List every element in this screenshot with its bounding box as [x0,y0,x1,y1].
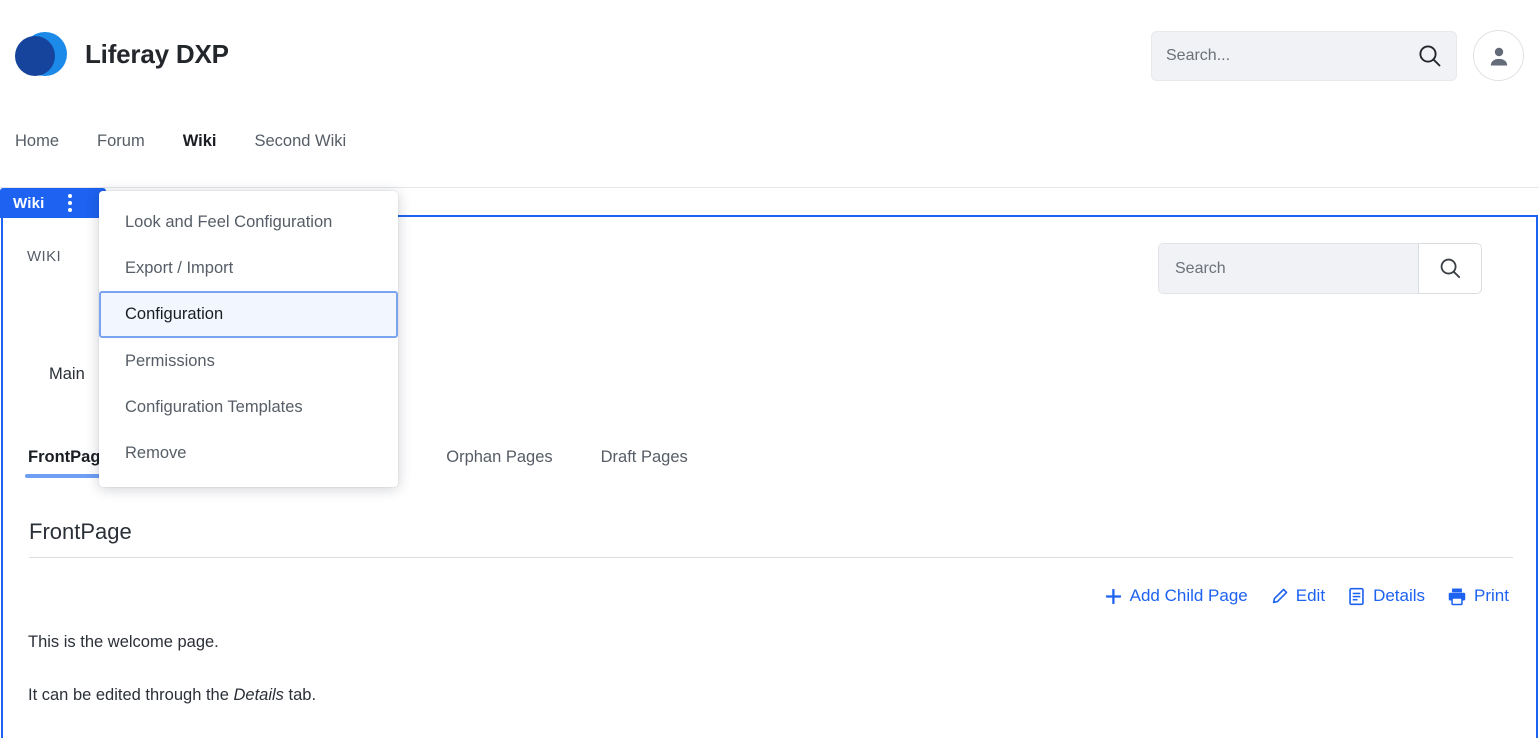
printer-icon [1448,588,1466,605]
menu-item-label: Configuration [125,305,224,323]
site-nav: Home Forum Wiki Second Wiki [0,112,1539,170]
search-icon[interactable] [1404,32,1456,80]
nav-divider [0,187,1539,188]
print-button[interactable]: Print [1447,586,1509,606]
document-icon [1349,587,1364,605]
header-right-group [1151,30,1539,81]
page-title: FrontPage [29,519,132,544]
liferay-logo-icon [15,30,67,78]
title-divider [29,557,1513,558]
wiki-search-input[interactable] [1158,243,1418,294]
plus-icon [1105,588,1121,604]
menu-item-configuration[interactable]: Configuration [99,291,398,338]
article-paragraph-2: It can be edited through the Details tab… [28,685,1428,706]
nav-item-home[interactable]: Home [15,132,59,151]
article-body: This is the welcome page. It can be edit… [28,632,1428,739]
nav-item-second-wiki[interactable]: Second Wiki [254,132,346,151]
menu-item-label: Export / Import [125,258,234,277]
global-search[interactable] [1151,30,1457,81]
wiki-tab-orphan-pages[interactable]: Orphan Pages [422,448,576,478]
add-child-page-label: Add Child Page [1129,586,1248,605]
portlet-tab-wiki[interactable]: Wiki [0,188,106,218]
wiki-node-label[interactable]: Main [49,365,85,384]
nav-item-forum[interactable]: Forum [97,132,145,151]
menu-item-label: Remove [125,443,187,462]
user-avatar-icon[interactable] [1473,30,1524,81]
brand-title: Liferay DXP [85,38,229,69]
breadcrumb: WIKI [27,248,62,265]
pencil-icon [1272,588,1288,603]
article-paragraph-2-after: tab. [283,686,317,705]
menu-item-label: Configuration Templates [125,397,303,416]
wiki-tab-draft-pages[interactable]: Draft Pages [577,448,712,478]
menu-item-label: Look and Feel Configuration [125,212,333,231]
article-action-bar: Add Child Page Edit Details Print [1104,586,1509,606]
details-label: Details [1373,586,1426,605]
article-paragraph-2-emphasis: Details [233,686,284,705]
menu-item-look-and-feel-configuration[interactable]: Look and Feel Configuration [99,199,398,245]
edit-button[interactable]: Edit [1270,586,1325,606]
portlet-options-dropdown: Look and Feel Configuration Export / Imp… [99,191,398,487]
article-paragraph-2-before: It can be edited through the [28,686,234,705]
brand[interactable]: Liferay DXP [15,30,229,78]
menu-item-permissions[interactable]: Permissions [99,338,398,384]
wiki-search[interactable] [1158,243,1482,294]
menu-item-export-import[interactable]: Export / Import [99,245,398,291]
global-search-input[interactable] [1152,31,1404,80]
print-label: Print [1474,586,1509,605]
site-header: Liferay DXP [0,0,1539,110]
wiki-search-button[interactable] [1418,243,1482,294]
details-button[interactable]: Details [1347,586,1425,606]
menu-item-remove[interactable]: Remove [99,430,398,476]
menu-item-label: Permissions [125,351,215,370]
add-child-page-button[interactable]: Add Child Page [1104,586,1248,606]
edit-label: Edit [1295,586,1326,605]
menu-item-configuration-templates[interactable]: Configuration Templates [99,384,398,430]
kebab-menu-icon[interactable] [61,192,79,214]
portlet-tab-label: Wiki [13,194,45,212]
article-paragraph-1: This is the welcome page. [28,633,219,651]
nav-item-wiki[interactable]: Wiki [183,132,217,151]
